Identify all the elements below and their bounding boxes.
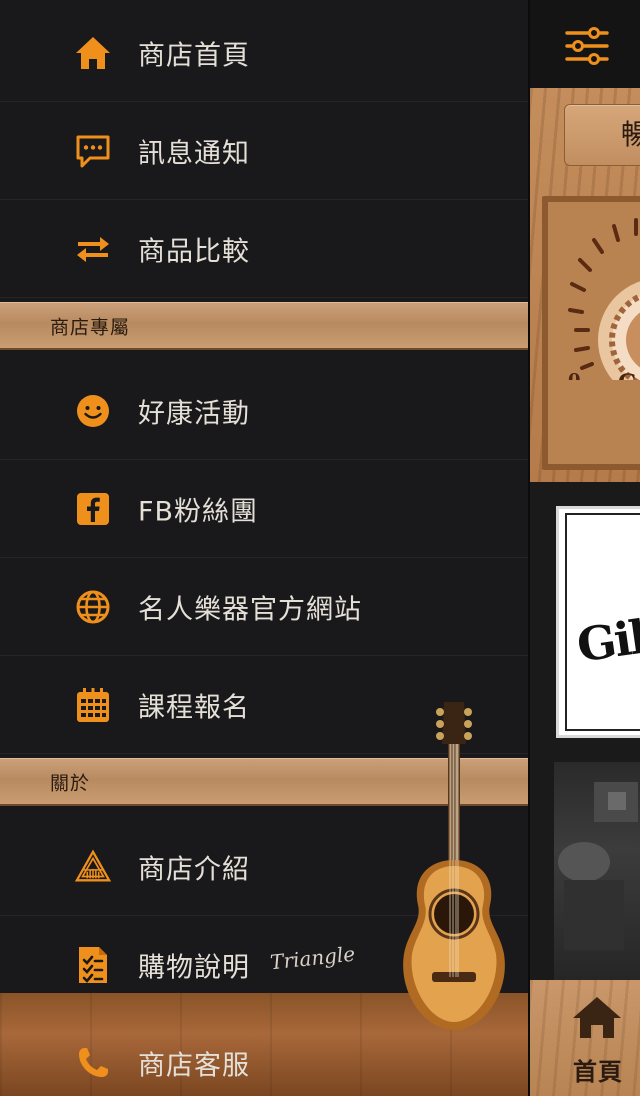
home-icon [573, 997, 621, 1038]
facebook-icon [74, 490, 112, 528]
menu-item-label: 好康活動 [138, 398, 250, 429]
calendar-icon [74, 686, 112, 724]
smiley-icon [74, 392, 112, 430]
section-title: 關於 [50, 772, 91, 794]
brand-logo: Gib [573, 607, 640, 673]
menu-item-notifications[interactable]: 訊息通知 [0, 102, 528, 200]
menu-item-official-site[interactable]: 名人樂器官方網站 [0, 558, 528, 656]
menu-item-label: 商店客服 [138, 1050, 250, 1082]
bottom-tab-label: 首頁 [573, 1058, 623, 1086]
bottom-tab-home[interactable]: 首頁 [530, 980, 640, 1096]
menu-item-label: 商店介紹 [138, 854, 250, 885]
menu-item-label: 商品比較 [138, 236, 250, 267]
menu-item-label: FB粉絲團 [138, 496, 259, 527]
section-title: 商店專屬 [50, 316, 131, 338]
menu-item-compare[interactable]: 商品比較 [0, 200, 528, 298]
menu-item-label: 商店首頁 [138, 40, 250, 71]
product-photo[interactable] [554, 762, 640, 980]
guitar-illustration [403, 702, 505, 1030]
menu-item-label: 名人樂器官方網站 [138, 594, 362, 625]
volume-knob-illustration: 0 GA [568, 218, 640, 380]
home-icon [74, 34, 112, 72]
menu-item-store-home[interactable]: 商店首頁 [0, 4, 528, 102]
globe-icon [74, 588, 112, 626]
photo-content [558, 782, 638, 950]
navigation-drawer: 商店首頁 訊息通知 商品比較 商店專屬 好康活動 FB粉絲團 名人樂器官方網站 [0, 0, 528, 1096]
compare-arrows-icon [74, 230, 112, 268]
message-icon [74, 132, 112, 170]
top-bar [530, 0, 640, 88]
brand-card[interactable]: Gib [556, 506, 640, 738]
menu-item-promotions[interactable]: 好康活動 [0, 362, 528, 460]
filter-settings-icon[interactable] [564, 26, 610, 66]
menu-item-facebook-fanpage[interactable]: FB粉絲團 [0, 460, 528, 558]
svg-text:GA: GA [618, 370, 640, 380]
menu-item-label: 課程報名 [138, 692, 250, 723]
section-header-exclusive: 商店專屬 [0, 302, 528, 350]
menu-item-label: 購物說明 [138, 952, 250, 983]
svg-text:0: 0 [568, 370, 581, 380]
checklist-icon [74, 946, 112, 984]
category-tab-button[interactable]: 暢 [564, 104, 640, 166]
menu-item-label: 訊息通知 [138, 138, 250, 169]
phone-icon [74, 1044, 112, 1082]
main-content-peek: 暢 0 GA Gib 首頁 [528, 0, 640, 1096]
store-logo-icon [74, 848, 112, 886]
